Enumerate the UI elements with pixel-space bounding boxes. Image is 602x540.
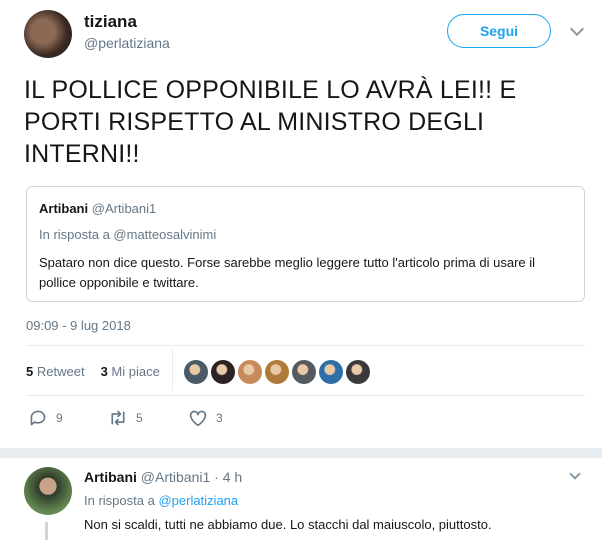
quoted-tweet[interactable]: Artibani @Artibani1 In risposta a @matte…: [26, 186, 585, 302]
reply-to-line: In risposta a @perlatiziana: [84, 493, 238, 508]
retweet-count: 5: [136, 411, 143, 425]
divider: [26, 345, 585, 346]
tweet-text: IL POLLICE OPPONIBILE LO AVRÀ LEI!! E PO…: [24, 76, 517, 168]
reply-text: Non si scaldi, tutti ne abbiamo due. Lo …: [84, 517, 492, 532]
heart-icon: [189, 410, 207, 427]
reply-author-avatar[interactable]: [24, 467, 72, 515]
like-count: 3: [216, 411, 223, 425]
quoted-reply-to: In risposta a @matteosalvinimi: [39, 227, 217, 242]
chevron-down-icon[interactable]: [569, 21, 585, 37]
liker-avatars: [184, 360, 370, 384]
author-avatar[interactable]: [24, 10, 72, 58]
reply-to-prefix: In risposta a: [84, 493, 155, 508]
reply-author-handle: @Artibani1: [140, 469, 211, 485]
reply-time-separator: ·: [214, 469, 219, 485]
section-separator: [0, 448, 602, 458]
reply-time[interactable]: 4 h: [223, 469, 242, 485]
liker-avatar[interactable]: [319, 360, 343, 384]
like-action[interactable]: 3: [188, 409, 223, 427]
retweet-stat-count: 5: [26, 364, 34, 379]
liker-avatar[interactable]: [265, 360, 289, 384]
reply-author[interactable]: Artibani @Artibani1 · 4 h: [84, 469, 242, 485]
thread-line: [45, 522, 48, 540]
tweet-timestamp[interactable]: 09:09 - 9 lug 2018: [26, 318, 131, 333]
author-name[interactable]: tiziana: [84, 12, 137, 32]
liker-avatar[interactable]: [184, 360, 208, 384]
like-stat-count: 3: [100, 364, 108, 379]
stats-separator: [172, 349, 173, 391]
quoted-author-name: Artibani: [39, 201, 89, 216]
quoted-text: Spataro non dice questo. Forse sarebbe m…: [39, 255, 536, 290]
liker-avatar[interactable]: [346, 360, 370, 384]
retweet-icon: [111, 410, 125, 426]
retweet-stat[interactable]: 5 Retweet: [26, 364, 85, 379]
retweet-stat-label: Retweet: [36, 364, 85, 379]
liker-avatar[interactable]: [238, 360, 262, 384]
retweet-action[interactable]: 5: [108, 409, 143, 427]
reply-icon: [30, 410, 46, 426]
like-stat[interactable]: 3 Mi piace: [101, 364, 160, 379]
liker-avatar[interactable]: [292, 360, 316, 384]
reply-author-name: Artibani: [84, 469, 137, 485]
like-stat-label: Mi piace: [111, 364, 160, 379]
divider: [26, 395, 585, 396]
author-handle[interactable]: @perlatiziana: [84, 35, 170, 51]
chevron-down-icon[interactable]: [569, 468, 581, 480]
reply-action[interactable]: 9: [28, 409, 63, 427]
reply-to-link[interactable]: @perlatiziana: [158, 493, 238, 508]
quoted-author-handle: @Artibani1: [91, 201, 157, 216]
tweet-stats: 5 Retweet 3 Mi piace: [26, 364, 160, 379]
reply-count: 9: [56, 411, 63, 425]
quoted-author: Artibani @Artibani1: [39, 201, 156, 216]
liker-avatar[interactable]: [211, 360, 235, 384]
follow-button[interactable]: Segui: [447, 14, 551, 48]
